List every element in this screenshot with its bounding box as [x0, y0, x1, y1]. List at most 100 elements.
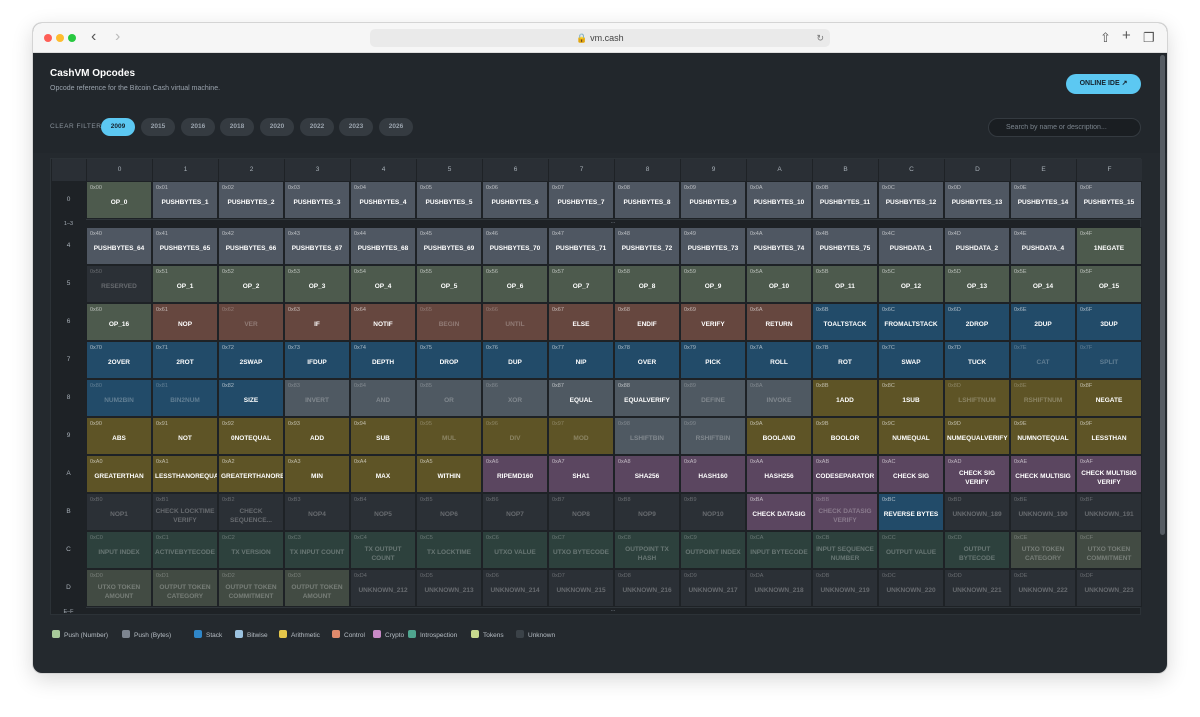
clear-filter-button[interactable]: CLEAR FILTER	[50, 123, 101, 130]
opcode-cell-0xb4[interactable]: 0xB4 NOP5	[350, 493, 416, 531]
opcode-cell-0x9a[interactable]: 0x9A BOOLAND	[746, 417, 812, 455]
opcode-cell-0xca[interactable]: 0xCA INPUT BYTECODE	[746, 531, 812, 569]
opcode-cell-0x0a[interactable]: 0x0A PUSHBYTES_10	[746, 181, 812, 219]
opcode-cell-0x9c[interactable]: 0x9C NUMEQUAL	[878, 417, 944, 455]
opcode-cell-0x43[interactable]: 0x43 PUSHBYTES_67	[284, 227, 350, 265]
opcode-cell-0xba[interactable]: 0xBA CHECK DATASIG	[746, 493, 812, 531]
opcode-cell-0xcd[interactable]: 0xCD OUTPUT BYTECODE	[944, 531, 1010, 569]
opcode-cell-0x5b[interactable]: 0x5B OP_11	[812, 265, 878, 303]
opcode-cell-0x03[interactable]: 0x03 PUSHBYTES_3	[284, 181, 350, 219]
year-filter-2015[interactable]: 2015	[141, 118, 175, 136]
opcode-cell-0x84[interactable]: 0x84 AND	[350, 379, 416, 417]
opcode-cell-0x8d[interactable]: 0x8D LSHIFTNUM	[944, 379, 1010, 417]
opcode-cell-0x53[interactable]: 0x53 OP_3	[284, 265, 350, 303]
opcode-cell-0xd3[interactable]: 0xD3 OUTPUT TOKEN AMOUNT	[284, 569, 350, 607]
year-filter-2018[interactable]: 2018	[220, 118, 254, 136]
opcode-cell-0x49[interactable]: 0x49 PUSHBYTES_73	[680, 227, 746, 265]
opcode-cell-0xb9[interactable]: 0xB9 NOP10	[680, 493, 746, 531]
opcode-cell-0x4c[interactable]: 0x4C PUSHDATA_1	[878, 227, 944, 265]
opcode-cell-0x01[interactable]: 0x01 PUSHBYTES_1	[152, 181, 218, 219]
opcode-cell-0x69[interactable]: 0x69 VERIFY	[680, 303, 746, 341]
opcode-cell-0xd6[interactable]: 0xD6 UNKNOWN_214	[482, 569, 548, 607]
opcode-cell-0x59[interactable]: 0x59 OP_9	[680, 265, 746, 303]
opcode-cell-0xcb[interactable]: 0xCB INPUT SEQUENCE NUMBER	[812, 531, 878, 569]
opcode-cell-0xbb[interactable]: 0xBB CHECK DATASIG VERIFY	[812, 493, 878, 531]
opcode-cell-0xbf[interactable]: 0xBF UNKNOWN_191	[1076, 493, 1142, 531]
opcode-cell-0x98[interactable]: 0x98 LSHIFTBIN	[614, 417, 680, 455]
opcode-cell-0x7c[interactable]: 0x7C SWAP	[878, 341, 944, 379]
year-filter-2023[interactable]: 2023	[339, 118, 373, 136]
opcode-cell-0x08[interactable]: 0x08 PUSHBYTES_8	[614, 181, 680, 219]
opcode-cell-0xd4[interactable]: 0xD4 UNKNOWN_212	[350, 569, 416, 607]
opcode-cell-0x99[interactable]: 0x99 RSHIFTBIN	[680, 417, 746, 455]
opcode-cell-0x74[interactable]: 0x74 DEPTH	[350, 341, 416, 379]
opcode-cell-0x92[interactable]: 0x92 0NOTEQUAL	[218, 417, 284, 455]
opcode-cell-0x68[interactable]: 0x68 ENDIF	[614, 303, 680, 341]
opcode-cell-0xa6[interactable]: 0xA6 RIPEMD160	[482, 455, 548, 493]
opcode-cell-0xa3[interactable]: 0xA3 MIN	[284, 455, 350, 493]
year-filter-2020[interactable]: 2020	[260, 118, 294, 136]
opcode-cell-0x62[interactable]: 0x62 VER	[218, 303, 284, 341]
opcode-cell-0xc7[interactable]: 0xC7 UTXO BYTECODE	[548, 531, 614, 569]
opcode-cell-0x79[interactable]: 0x79 PICK	[680, 341, 746, 379]
opcode-cell-0x45[interactable]: 0x45 PUSHBYTES_69	[416, 227, 482, 265]
tab-overview-icon[interactable]: ❐	[1143, 30, 1155, 45]
opcode-cell-0x86[interactable]: 0x86 XOR	[482, 379, 548, 417]
opcode-cell-0x06[interactable]: 0x06 PUSHBYTES_6	[482, 181, 548, 219]
opcode-cell-0x9e[interactable]: 0x9E NUMNOTEQUAL	[1010, 417, 1076, 455]
opcode-cell-0x4b[interactable]: 0x4B PUSHBYTES_75	[812, 227, 878, 265]
opcode-cell-0x6e[interactable]: 0x6E 2DUP	[1010, 303, 1076, 341]
opcode-cell-0x87[interactable]: 0x87 EQUAL	[548, 379, 614, 417]
opcode-cell-0x4f[interactable]: 0x4F 1NEGATE	[1076, 227, 1142, 265]
scrollbar[interactable]	[1160, 55, 1165, 535]
opcode-cell-0x7f[interactable]: 0x7F SPLIT	[1076, 341, 1142, 379]
opcode-cell-0x4d[interactable]: 0x4D PUSHDATA_2	[944, 227, 1010, 265]
opcode-cell-0x4e[interactable]: 0x4E PUSHDATA_4	[1010, 227, 1076, 265]
opcode-cell-0x42[interactable]: 0x42 PUSHBYTES_66	[218, 227, 284, 265]
year-filter-2009[interactable]: 2009	[101, 118, 135, 136]
opcode-cell-0x54[interactable]: 0x54 OP_4	[350, 265, 416, 303]
opcode-cell-0x7d[interactable]: 0x7D TUCK	[944, 341, 1010, 379]
collapsed-rows-indicator[interactable]: ...	[86, 607, 1140, 615]
opcode-cell-0xb6[interactable]: 0xB6 NOP7	[482, 493, 548, 531]
opcode-cell-0x97[interactable]: 0x97 MOD	[548, 417, 614, 455]
opcode-cell-0xc8[interactable]: 0xC8 OUTPOINT TX HASH	[614, 531, 680, 569]
opcode-cell-0x46[interactable]: 0x46 PUSHBYTES_70	[482, 227, 548, 265]
opcode-cell-0xb0[interactable]: 0xB0 NOP1	[86, 493, 152, 531]
opcode-cell-0xac[interactable]: 0xAC CHECK SIG	[878, 455, 944, 493]
opcode-cell-0x64[interactable]: 0x64 NOTIF	[350, 303, 416, 341]
opcode-cell-0x44[interactable]: 0x44 PUSHBYTES_68	[350, 227, 416, 265]
opcode-cell-0x5a[interactable]: 0x5A OP_10	[746, 265, 812, 303]
opcode-cell-0x6b[interactable]: 0x6B TOALTSTACK	[812, 303, 878, 341]
opcode-cell-0xb2[interactable]: 0xB2 CHECK SEQUENCE...	[218, 493, 284, 531]
opcode-cell-0x80[interactable]: 0x80 NUM2BIN	[86, 379, 152, 417]
opcode-cell-0x71[interactable]: 0x71 2ROT	[152, 341, 218, 379]
opcode-cell-0x5d[interactable]: 0x5D OP_13	[944, 265, 1010, 303]
opcode-cell-0xd5[interactable]: 0xD5 UNKNOWN_213	[416, 569, 482, 607]
opcode-cell-0x4a[interactable]: 0x4A PUSHBYTES_74	[746, 227, 812, 265]
opcode-cell-0x96[interactable]: 0x96 DIV	[482, 417, 548, 455]
opcode-cell-0x9d[interactable]: 0x9D NUMEQUALVERIFY	[944, 417, 1010, 455]
opcode-cell-0xa9[interactable]: 0xA9 HASH160	[680, 455, 746, 493]
opcode-cell-0x73[interactable]: 0x73 IFDUP	[284, 341, 350, 379]
opcode-cell-0x8e[interactable]: 0x8E RSHIFTNUM	[1010, 379, 1076, 417]
opcode-cell-0x95[interactable]: 0x95 MUL	[416, 417, 482, 455]
address-bar[interactable]: 🔒 vm.cash ↻	[370, 29, 830, 47]
opcode-cell-0xd0[interactable]: 0xD0 UTXO TOKEN AMOUNT	[86, 569, 152, 607]
opcode-cell-0x83[interactable]: 0x83 INVERT	[284, 379, 350, 417]
opcode-cell-0xb8[interactable]: 0xB8 NOP9	[614, 493, 680, 531]
opcode-cell-0xcc[interactable]: 0xCC OUTPUT VALUE	[878, 531, 944, 569]
opcode-cell-0xdf[interactable]: 0xDF UNKNOWN_223	[1076, 569, 1142, 607]
opcode-cell-0x78[interactable]: 0x78 OVER	[614, 341, 680, 379]
opcode-cell-0x8f[interactable]: 0x8F NEGATE	[1076, 379, 1142, 417]
opcode-cell-0xdb[interactable]: 0xDB UNKNOWN_219	[812, 569, 878, 607]
opcode-cell-0x77[interactable]: 0x77 NIP	[548, 341, 614, 379]
forward-icon[interactable]: ›	[115, 29, 120, 45]
opcode-cell-0xbe[interactable]: 0xBE UNKNOWN_190	[1010, 493, 1076, 531]
back-icon[interactable]: ‹	[91, 29, 96, 45]
opcode-cell-0xc3[interactable]: 0xC3 TX INPUT COUNT	[284, 531, 350, 569]
close-window-button[interactable]	[44, 34, 52, 42]
opcode-cell-0xbc[interactable]: 0xBC REVERSE BYTES	[878, 493, 944, 531]
opcode-cell-0x55[interactable]: 0x55 OP_5	[416, 265, 482, 303]
opcode-cell-0x7b[interactable]: 0x7B ROT	[812, 341, 878, 379]
